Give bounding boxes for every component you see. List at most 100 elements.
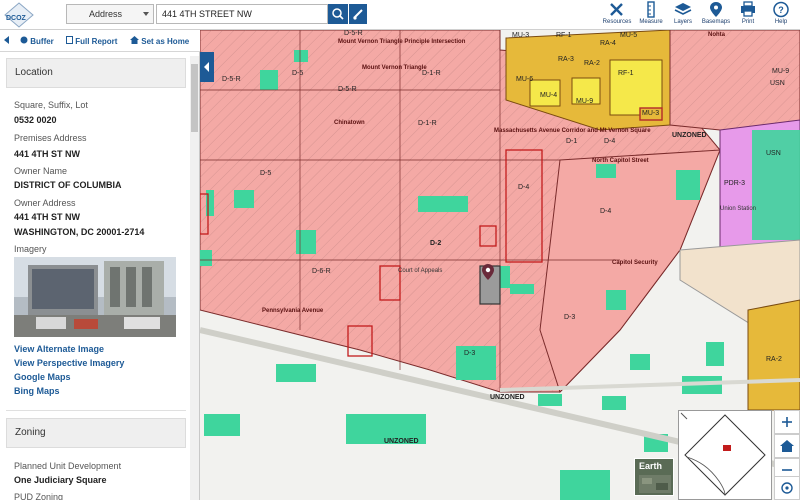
zone-label: RF-1: [556, 32, 572, 39]
basemaps-tool[interactable]: Basemaps: [699, 0, 733, 30]
logo-text: DCOZ: [6, 15, 26, 22]
zone-label: RA-2: [766, 356, 782, 363]
print-tool[interactable]: Print: [731, 0, 765, 30]
zone-label: UNZONED: [672, 132, 707, 139]
search-input[interactable]: [156, 4, 328, 24]
search-button[interactable]: [328, 4, 348, 24]
info-panel: Location Square, Suffix, Lot 0532 0020 P…: [0, 52, 200, 500]
search-icon: [332, 8, 344, 20]
zone-label: D-5-R: [338, 86, 357, 93]
zone-label: D-1: [566, 138, 578, 145]
set-home-button[interactable]: Set as Home: [130, 36, 189, 47]
place-label: Court of Appeals: [398, 268, 443, 274]
place-label: North Capitol Street: [592, 158, 649, 164]
measure-tool[interactable]: Measure: [634, 0, 668, 30]
zone-label: D-1-R: [422, 70, 441, 77]
locate-icon: [781, 482, 793, 494]
bing-maps-link[interactable]: Bing Maps: [14, 386, 60, 396]
location-pin-icon: [482, 264, 494, 280]
square-label: Square, Suffix, Lot: [14, 100, 88, 110]
home-extent-button[interactable]: [774, 434, 800, 458]
report-icon: [66, 36, 73, 44]
search-type-select[interactable]: Address: [66, 4, 154, 24]
owner-label: Owner Name: [14, 166, 68, 176]
zoning-header[interactable]: Zoning: [6, 418, 186, 448]
overview-minimap[interactable]: [678, 410, 772, 500]
place-label: Massachusetts Avenue Corridor and Mt Ver…: [494, 128, 651, 134]
zoom-in-button[interactable]: [774, 410, 800, 434]
panel-scrollbar[interactable]: [190, 56, 199, 500]
zone-label: MU-5: [620, 32, 638, 39]
zone-label: RF-1: [618, 70, 634, 77]
zone-label: MU-9: [576, 98, 594, 105]
pud-label: Planned Unit Development: [14, 461, 122, 471]
tool-label: Measure: [639, 19, 663, 25]
premises-label: Premises Address: [14, 133, 87, 143]
zone-label: RA-2: [584, 60, 600, 67]
google-maps-link[interactable]: Google Maps: [14, 372, 71, 382]
zoning-map[interactable]: D-5-R D-5 D-5-R D-1-R D-5-R D-1-R D-5 D-…: [200, 30, 800, 500]
print-icon: [741, 1, 755, 17]
buffer-icon: [20, 36, 28, 44]
perspective-imagery-link[interactable]: View Perspective Imagery: [14, 358, 124, 368]
place-label: Chinatown: [334, 120, 365, 126]
zone-label: USN: [770, 80, 785, 87]
zone-label: D-4: [518, 184, 530, 191]
locate-button[interactable]: [774, 476, 800, 500]
zone-label: PDR-3: [724, 180, 746, 187]
zone-label: D-5: [260, 170, 272, 177]
scrollbar-thumb[interactable]: [191, 64, 198, 132]
zone-label: UNZONED: [384, 438, 419, 445]
zone-label: RA-4: [600, 40, 616, 47]
tool-label: Help: [774, 19, 788, 25]
zone-label: MU-6: [516, 76, 534, 83]
pud-value: One Judiciary Square: [14, 475, 107, 485]
tool-label: Layers: [673, 19, 692, 25]
zone-label: D-3: [464, 350, 476, 357]
earth-label: Earth: [639, 461, 663, 471]
location-header[interactable]: Location: [6, 58, 186, 88]
chevron-down-icon: [143, 12, 149, 16]
place-label: Mount Vernon Triangle: [362, 65, 427, 71]
place-label: Nohta: [708, 32, 725, 38]
map-pin-icon: [710, 2, 722, 17]
eraser-icon: [353, 9, 363, 20]
earth-basemap-toggle[interactable]: Earth: [634, 458, 674, 496]
zone-label: D-5-R: [344, 30, 363, 37]
dcoz-logo[interactable]: DCOZ: [4, 2, 34, 28]
zone-label: D-2: [430, 240, 442, 247]
buffer-label: Buffer: [30, 37, 54, 46]
square-value: 0532 0020: [14, 115, 57, 125]
tool-label: Resources: [602, 19, 632, 25]
place-label: Mount Vernon Triangle Principle Intersec…: [338, 39, 466, 45]
owner-address-label: Owner Address: [14, 198, 76, 208]
full-report-label: Full Report: [75, 37, 118, 46]
panel-divider: [6, 410, 186, 411]
owner-value: DISTRICT OF COLUMBIA: [14, 180, 122, 190]
pud-zoning-label: PUD Zoning: [14, 492, 64, 500]
panel-collapse-button[interactable]: [200, 52, 214, 82]
alternate-image-link[interactable]: View Alternate Image: [14, 344, 104, 354]
help-tool[interactable]: ? Help: [764, 0, 798, 30]
chevron-left-icon: [204, 62, 209, 72]
zone-label: MU-9: [772, 68, 790, 75]
set-home-label: Set as Home: [141, 37, 190, 46]
back-arrow-icon[interactable]: [4, 36, 10, 47]
owner-address-line2: WASHINGTON, DC 20001-2714: [14, 227, 145, 237]
layers-tool[interactable]: Layers: [666, 0, 700, 30]
zone-label: D-5-R: [222, 76, 241, 83]
app-header: DCOZ Address Resources Measure: [0, 0, 800, 30]
imagery-label: Imagery: [14, 244, 47, 254]
home-icon: [130, 36, 139, 44]
clear-search-button[interactable]: [349, 4, 367, 24]
tool-label: Print: [741, 19, 755, 25]
full-report-button[interactable]: Full Report: [66, 36, 117, 47]
resources-tool[interactable]: Resources: [600, 0, 634, 30]
zone-label: UNZONED: [490, 394, 525, 401]
layers-icon: [674, 3, 692, 15]
buffer-button[interactable]: Buffer: [20, 36, 54, 47]
street-imagery[interactable]: [14, 257, 176, 337]
zone-label: D-4: [600, 208, 612, 215]
svg-text:?: ?: [778, 5, 784, 15]
home-icon: [780, 440, 794, 452]
